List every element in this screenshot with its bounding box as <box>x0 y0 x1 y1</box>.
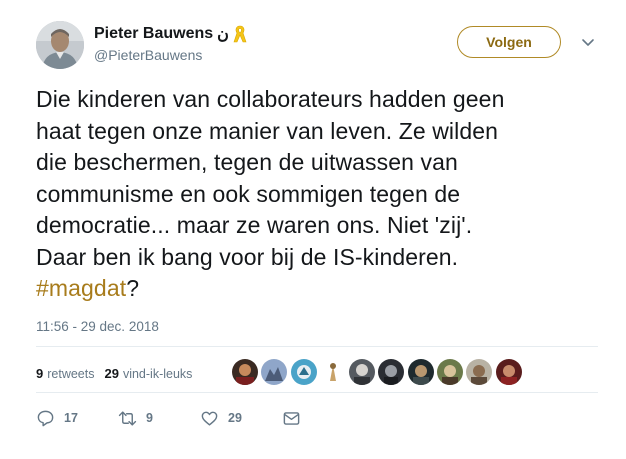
author-name-symbol: ن <box>217 26 229 43</box>
like-count: 29 <box>228 411 242 425</box>
yellow-ribbon-icon <box>232 24 248 44</box>
tweet-actions: 17 9 29 <box>36 406 301 430</box>
envelope-icon <box>283 411 300 425</box>
likers-avatars <box>232 359 525 385</box>
liker-avatar[interactable] <box>319 359 346 385</box>
tweet-text-line: Die kinderen van collaborateurs hadden g… <box>36 86 505 112</box>
reply-action[interactable]: 17 <box>36 409 118 428</box>
likes-count: 29 <box>104 365 119 381</box>
tweet-text-trailing: ? <box>126 275 140 301</box>
reply-icon <box>37 410 54 426</box>
liker-avatar[interactable] <box>232 359 258 385</box>
liker-avatar[interactable] <box>261 359 288 385</box>
liker-avatar[interactable] <box>466 359 493 385</box>
divider <box>36 346 598 347</box>
tweet-text-line: Daar ben ik bang voor bij de IS-kinderen… <box>36 243 459 270</box>
divider <box>36 392 598 393</box>
retweets-stat[interactable]: 9 retweets <box>36 366 94 381</box>
retweet-count: 9 <box>146 411 153 425</box>
heart-icon <box>201 411 218 426</box>
tweet-text: Die kinderen van collaborateurs hadden g… <box>36 84 616 305</box>
tweet-timestamp[interactable]: 11:56 - 29 dec. 2018 <box>36 319 159 334</box>
retweets-label: retweets <box>47 366 95 381</box>
direct-message-action[interactable] <box>282 409 301 428</box>
author-avatar[interactable] <box>36 21 84 69</box>
liker-avatar[interactable] <box>290 359 317 385</box>
tweet-card: Pieter Bauwens ن @PieterBauwens Volgen D… <box>0 0 626 459</box>
liker-avatar[interactable] <box>407 359 434 385</box>
reply-count: 17 <box>64 411 78 425</box>
author-handle[interactable]: @PieterBauwens <box>94 47 202 63</box>
liker-avatar[interactable] <box>349 359 376 385</box>
tweet-text-line: die beschermen, tegen de uitwassen van <box>36 149 458 175</box>
tweet-text-line: communisme en ook sommigen tegen de <box>36 180 461 207</box>
follow-button[interactable]: Volgen <box>457 26 561 58</box>
liker-avatar[interactable] <box>495 359 522 385</box>
liker-avatar[interactable] <box>437 359 464 385</box>
like-action[interactable]: 29 <box>200 409 282 428</box>
likes-label: vind-ik-leuks <box>122 366 193 381</box>
retweet-icon <box>118 410 137 426</box>
likes-stat[interactable]: 29 vind-ik-leuks <box>104 366 192 381</box>
retweet-action[interactable]: 9 <box>118 409 200 428</box>
chevron-down-icon[interactable] <box>580 36 596 48</box>
tweet-text-line: haat tegen onze manier van leven. Ze wil… <box>36 117 499 144</box>
author-name[interactable]: Pieter Bauwens <box>94 25 213 43</box>
hashtag-link[interactable]: #magdat <box>36 275 126 301</box>
retweets-count: 9 <box>36 365 44 381</box>
liker-avatar[interactable] <box>378 359 405 385</box>
tweet-stats: 9 retweets 29 vind-ik-leuks <box>36 357 202 389</box>
tweet-text-line: democratie... maar ze waren ons. Niet 'z… <box>36 212 473 238</box>
